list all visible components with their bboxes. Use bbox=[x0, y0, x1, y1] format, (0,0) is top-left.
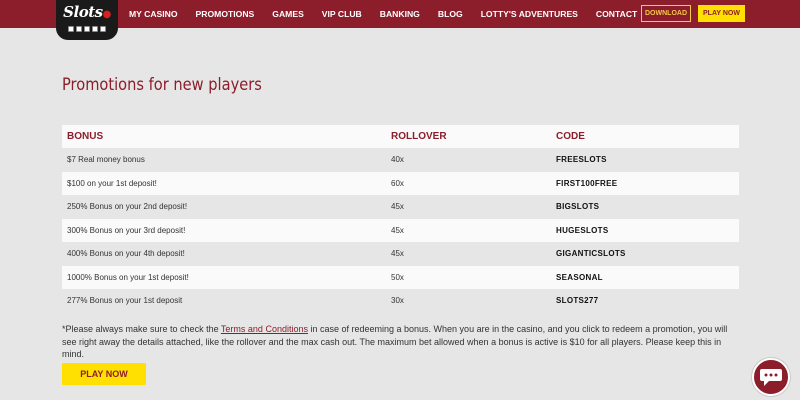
live-chat-button[interactable] bbox=[752, 358, 790, 396]
bonus-cell: 277% Bonus on your 1st deposit bbox=[62, 289, 391, 313]
dice-icon bbox=[68, 26, 74, 32]
rollover-cell: 45x bbox=[391, 195, 556, 219]
code-cell: FREESLOTS bbox=[556, 148, 739, 172]
nav-contact[interactable]: CONTACT bbox=[596, 9, 637, 19]
main-nav: MY CASINO PROMOTIONS GAMES VIP CLUB BANK… bbox=[129, 0, 655, 28]
bonus-cell: $100 on your 1st deposit! bbox=[62, 171, 391, 195]
nav-vip-club[interactable]: VIP CLUB bbox=[322, 9, 362, 19]
play-now-button[interactable]: PLAY NOW bbox=[62, 363, 146, 385]
table-row: 1000% Bonus on your 1st deposit! 50x SEA… bbox=[62, 265, 739, 289]
bonus-cell: 250% Bonus on your 2nd deposit! bbox=[62, 195, 391, 219]
chat-bubble-icon bbox=[760, 369, 782, 386]
bonus-cell: $7 Real money bonus bbox=[62, 148, 391, 172]
rollover-cell: 45x bbox=[391, 218, 556, 242]
logo-text: Slots bbox=[63, 3, 103, 21]
rollover-cell: 50x bbox=[391, 265, 556, 289]
column-header-code: CODE bbox=[556, 125, 739, 148]
terms-and-conditions-link[interactable]: Terms and Conditions bbox=[221, 324, 308, 334]
rollover-cell: 40x bbox=[391, 148, 556, 172]
bonus-cell: 300% Bonus on your 3rd deposit! bbox=[62, 218, 391, 242]
nav-blog[interactable]: BLOG bbox=[438, 9, 463, 19]
terms-footnote: *Please always make sure to check the Te… bbox=[62, 323, 740, 361]
table-row: $7 Real money bonus 40x FREESLOTS bbox=[62, 148, 739, 172]
rollover-cell: 30x bbox=[391, 289, 556, 313]
dice-icon bbox=[92, 26, 98, 32]
table-header-row: BONUS ROLLOVER CODE bbox=[62, 125, 739, 148]
rollover-cell: 45x bbox=[391, 242, 556, 266]
download-button[interactable]: DOWNLOAD bbox=[641, 5, 691, 22]
nav-my-casino[interactable]: MY CASINO bbox=[129, 9, 178, 19]
code-cell: SEASONAL bbox=[556, 265, 739, 289]
column-header-rollover: ROLLOVER bbox=[391, 125, 556, 148]
table-row: 400% Bonus on your 4th deposit! 45x GIGA… bbox=[62, 242, 739, 266]
code-cell: GIGANTICSLOTS bbox=[556, 242, 739, 266]
nav-games[interactable]: GAMES bbox=[272, 9, 304, 19]
dice-icon bbox=[100, 26, 106, 32]
bonus-cell: 1000% Bonus on your 1st deposit! bbox=[62, 265, 391, 289]
table-row: 277% Bonus on your 1st deposit 30x SLOTS… bbox=[62, 289, 739, 313]
footnote-text-before: *Please always make sure to check the bbox=[62, 324, 221, 334]
rollover-cell: 60x bbox=[391, 171, 556, 195]
top-navigation-bar: Slots● MY CASINO PROMOTIONS GAMES VIP CL… bbox=[0, 0, 800, 40]
nav-banking[interactable]: BANKING bbox=[380, 9, 420, 19]
logo-dice-row bbox=[68, 26, 106, 32]
dice-icon bbox=[84, 26, 90, 32]
page-title: Promotions for new players bbox=[62, 75, 262, 95]
nav-lottys-adventures[interactable]: LOTTY'S ADVENTURES bbox=[481, 9, 578, 19]
column-header-bonus: BONUS bbox=[62, 125, 391, 148]
site-logo[interactable]: Slots● bbox=[56, 0, 118, 40]
code-cell: HUGESLOTS bbox=[556, 218, 739, 242]
bonus-cell: 400% Bonus on your 4th deposit! bbox=[62, 242, 391, 266]
table-row: 250% Bonus on your 2nd deposit! 45x BIGS… bbox=[62, 195, 739, 219]
nav-promotions[interactable]: PROMOTIONS bbox=[196, 9, 255, 19]
dice-icon bbox=[76, 26, 82, 32]
code-cell: BIGSLOTS bbox=[556, 195, 739, 219]
cherry-icon: ● bbox=[102, 9, 112, 20]
promotions-table: BONUS ROLLOVER CODE $7 Real money bonus … bbox=[62, 125, 739, 313]
table-row: 300% Bonus on your 3rd deposit! 45x HUGE… bbox=[62, 218, 739, 242]
table-row: $100 on your 1st deposit! 60x FIRST100FR… bbox=[62, 171, 739, 195]
code-cell: SLOTS277 bbox=[556, 289, 739, 313]
play-now-button-header[interactable]: PLAY NOW bbox=[698, 5, 745, 22]
code-cell: FIRST100FREE bbox=[556, 171, 739, 195]
